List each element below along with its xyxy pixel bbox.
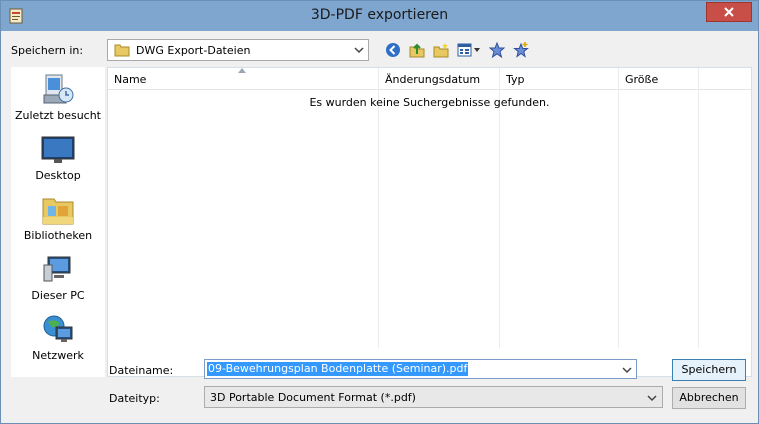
dialog-body: Speichern in: DWG Export-Dateien Zuletzt… [7,31,752,417]
column-name[interactable]: Name [108,68,379,348]
title-bar[interactable]: 3D-PDF exportieren [1,1,758,31]
folder-icon [114,44,130,57]
add-favorite-icon [513,42,529,58]
column-modified[interactable]: Änderungsdatum [379,68,500,348]
place-label-this-pc: Dieser PC [31,289,85,302]
column-header-size: Größe [625,73,659,86]
libraries-icon [42,198,74,225]
column-size[interactable]: Größe [619,68,699,348]
places-bar: Zuletzt besucht Desktop Bibliotheken Die… [11,67,105,377]
place-desktop[interactable]: Desktop [11,133,105,182]
filename-value: 09-Bewehrungsplan Bodenplatte (Seminar).… [207,362,469,376]
place-libraries[interactable]: Bibliotheken [11,193,105,242]
new-folder-icon [433,43,449,58]
save-in-value: DWG Export-Dateien [136,44,251,57]
navigation-toolbar [383,40,531,60]
new-folder-button[interactable] [431,40,451,60]
save-in-dropdown[interactable]: DWG Export-Dateien [107,39,369,61]
place-label-network: Netzwerk [32,349,84,362]
filetype-value: 3D Portable Document Format (*.pdf) [210,391,416,404]
sort-ascending-icon [238,68,246,73]
close-button[interactable] [706,2,752,22]
view-menu-icon [457,43,480,57]
save-button[interactable]: Speichern [672,359,746,381]
column-type[interactable]: Typ [500,68,619,348]
place-label-desktop: Desktop [35,169,81,182]
place-recent[interactable]: Zuletzt besucht [11,73,105,122]
chevron-down-icon[interactable] [622,365,632,375]
favorite-icon [489,42,505,58]
up-folder-button[interactable] [407,40,427,60]
save-in-label: Speichern in: [11,44,84,57]
place-label-recent: Zuletzt besucht [14,109,101,122]
save-dialog: 3D-PDF exportieren Speichern in: DWG Exp… [0,0,759,424]
column-header-modified: Änderungsdatum [385,73,481,86]
filename-input[interactable]: 09-Bewehrungsplan Bodenplatte (Seminar).… [204,359,637,379]
column-header-name: Name [114,73,147,86]
place-this-pc[interactable]: Dieser PC [11,253,105,302]
empty-results-message: Es wurden keine Suchergebnisse gefunden. [309,96,550,109]
recent-places-icon [43,74,74,104]
file-list[interactable]: Name Änderungsdatum Typ Größe Es wurden … [107,67,752,377]
up-folder-icon [409,43,425,58]
add-favorite-button[interactable] [511,40,531,60]
filetype-dropdown[interactable]: 3D Portable Document Format (*.pdf) [204,386,663,408]
place-label-libraries: Bibliotheken [23,229,93,242]
chevron-down-icon [647,395,657,402]
close-icon [724,7,734,17]
filetype-label: Dateityp: [109,392,160,405]
filename-label: Dateiname: [109,364,174,377]
desktop-icon [41,136,75,163]
back-button[interactable] [383,40,403,60]
view-menu-button[interactable] [455,40,483,60]
cancel-button[interactable]: Abbrechen [672,387,746,409]
computer-icon [43,256,71,282]
favorites-button[interactable] [487,40,507,60]
back-icon [386,43,400,57]
window-title: 3D-PDF exportieren [310,7,449,23]
column-header-type: Typ [506,73,525,86]
chevron-down-icon [354,47,364,54]
network-icon [43,315,73,342]
place-network[interactable]: Netzwerk [11,313,105,362]
